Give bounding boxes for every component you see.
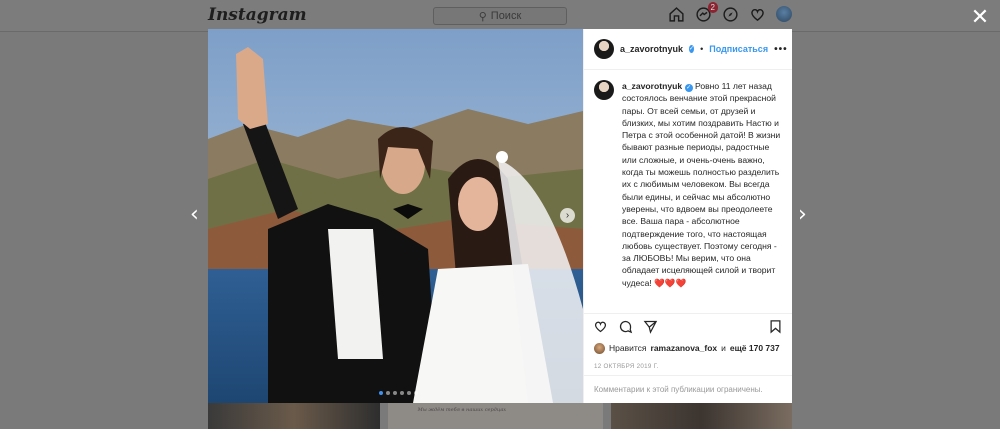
home-icon[interactable]: [668, 6, 685, 23]
heart-icon[interactable]: [749, 6, 766, 23]
verified-icon: ✓: [684, 84, 693, 92]
follow-button[interactable]: Подписаться: [709, 44, 768, 54]
more-options-icon[interactable]: •••: [774, 44, 788, 55]
post-sidebar: a_zavorotnyuk ✓ • Подписаться ••• a_zavo…: [583, 29, 792, 403]
post-modal: › a_zavorotnyuk ✓ • Подписаться ••• a_za…: [208, 29, 792, 403]
thumbnail[interactable]: Мы ждём тебя в наших сердцах: [387, 403, 603, 429]
thumbnail[interactable]: [610, 403, 792, 429]
wedding-photo: [208, 29, 583, 403]
messenger-icon[interactable]: 2: [695, 2, 718, 23]
explore-icon[interactable]: [722, 6, 739, 23]
post-header: a_zavorotnyuk ✓ • Подписаться •••: [584, 29, 792, 70]
post-date[interactable]: 12 ОКТЯБРЯ 2019 Г.: [584, 357, 792, 375]
likes-and: и: [721, 343, 726, 353]
carousel-dot: [393, 391, 397, 395]
close-icon[interactable]: ✕: [970, 7, 990, 29]
carousel-dot: [386, 391, 390, 395]
thumbnail-text: Мы ждём тебя в наших сердцах: [417, 407, 507, 413]
carousel-dot: [407, 391, 411, 395]
caption-text: a_zavorotnyuk ✓ Ровно 11 лет назад состо…: [622, 80, 782, 313]
background-thumbnails: Мы ждём тебя в наших сердцах: [208, 403, 792, 429]
liker-avatar[interactable]: [594, 342, 605, 354]
share-icon[interactable]: [643, 319, 658, 334]
post-photo[interactable]: ›: [208, 29, 583, 403]
author-avatar[interactable]: [594, 39, 614, 59]
verified-icon: ✓: [689, 45, 695, 53]
chevron-left-icon[interactable]: ‹: [190, 204, 204, 226]
separator-dot: •: [700, 44, 704, 54]
action-bar: [584, 313, 792, 339]
like-icon[interactable]: [593, 319, 608, 334]
chevron-right-icon[interactable]: ›: [798, 204, 812, 226]
carousel-dot: [400, 391, 404, 395]
comment-icon[interactable]: [618, 319, 633, 334]
carousel-dots: [379, 391, 418, 395]
search-input[interactable]: ⚲ Поиск: [433, 7, 567, 25]
caption-avatar[interactable]: [594, 80, 614, 100]
likes-prefix: Нравится: [609, 343, 647, 353]
comments-disabled-notice: Комментарии к этой публикации ограничены…: [584, 375, 792, 403]
likes-count[interactable]: ещё 170 737: [730, 343, 780, 353]
search-placeholder: Поиск: [490, 10, 522, 22]
carousel-dot: [414, 391, 418, 395]
thumbnail[interactable]: [208, 403, 380, 429]
bookmark-icon[interactable]: [768, 319, 783, 334]
top-navbar: Instagram ⚲ Поиск 2: [0, 0, 1000, 32]
notification-badge: 2: [707, 2, 718, 13]
caption-username[interactable]: a_zavorotnyuk: [622, 81, 682, 91]
likes-line: Нравится ramazanova_fox и ещё 170 737: [584, 339, 792, 357]
caption-body: Ровно 11 лет назад состоялось венчание э…: [622, 81, 781, 288]
photo-next-icon[interactable]: ›: [560, 208, 575, 223]
liker-username[interactable]: ramazanova_fox: [651, 343, 718, 353]
search-icon: ⚲: [478, 10, 487, 23]
profile-avatar[interactable]: [776, 6, 792, 22]
nav-icons: 2: [668, 2, 792, 23]
author-username[interactable]: a_zavorotnyuk: [620, 44, 683, 54]
caption-section: a_zavorotnyuk ✓ Ровно 11 лет назад состо…: [584, 70, 792, 313]
carousel-dot: [379, 391, 383, 395]
instagram-logo[interactable]: Instagram: [208, 5, 307, 25]
